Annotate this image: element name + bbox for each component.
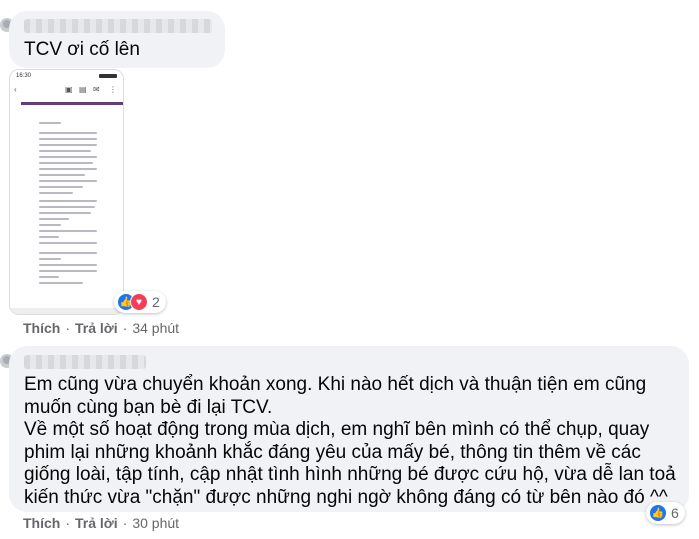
separator-dot: · <box>65 320 71 336</box>
separator-dot: · <box>122 515 128 531</box>
separator-dot: · <box>65 515 71 531</box>
email-text-line <box>39 264 97 266</box>
comment-line: kiến thức vừa "chặn" được những nghi ngờ… <box>24 486 668 508</box>
email-footer <box>10 308 123 314</box>
email-text-line <box>39 242 97 244</box>
reaction-summary[interactable]: 👍 ♥ 2 <box>114 291 166 313</box>
email-text-line <box>39 276 59 278</box>
reaction-count: 2 <box>152 294 160 310</box>
comment-actions: Thích · Trả lời · 30 phút <box>23 515 179 531</box>
email-text-line <box>39 252 97 254</box>
reply-button[interactable]: Trả lời <box>75 320 118 336</box>
comment-line: Em cũng vừa chuyển khoản xong. Khi nào h… <box>24 374 647 395</box>
comment-bubble: TCV ơi cố lên <box>9 11 225 68</box>
comment-line: Về một số hoạt động trong mùa dịch, em n… <box>24 419 650 440</box>
author-name-blurred[interactable] <box>24 355 146 369</box>
email-text-line <box>39 180 97 182</box>
email-text-line <box>39 224 61 226</box>
archive-icon: ▣ <box>65 85 73 94</box>
comment-bubble: Em cũng vừa chuyển khoản xong. Khi nào h… <box>9 346 689 512</box>
email-text-line <box>39 156 97 158</box>
email-text-line <box>39 186 83 188</box>
email-text-line <box>39 282 83 284</box>
email-text-line <box>39 230 97 232</box>
comment-line: muốn cùng bạn bè đi lại TCV. <box>24 396 273 418</box>
email-text-line <box>39 162 93 164</box>
email-text-line <box>39 174 85 176</box>
email-text-line <box>39 218 69 220</box>
phone-status-icons <box>99 74 117 78</box>
like-button[interactable]: Thích <box>23 515 60 531</box>
email-text-line <box>39 150 91 152</box>
email-text-line <box>39 270 97 272</box>
reaction-summary[interactable]: 👍 6 <box>646 502 685 524</box>
author-name-blurred[interactable] <box>24 19 212 33</box>
separator-dot: · <box>122 320 128 336</box>
email-text-line <box>39 192 73 194</box>
like-button[interactable]: Thích <box>23 320 60 336</box>
email-text-line <box>39 206 95 208</box>
attached-image[interactable]: 16:30 ‹ ▣ ▤ ✉ ⋮ <box>9 69 124 315</box>
back-icon: ‹ <box>14 85 17 94</box>
comment-text: TCV ơi cố lên <box>24 39 140 60</box>
love-icon: ♥ <box>130 293 148 311</box>
reply-button[interactable]: Trả lời <box>75 515 118 531</box>
email-text-line <box>39 236 59 238</box>
email-text-line <box>39 132 97 134</box>
email-text-line <box>39 200 97 202</box>
comment-actions: Thích · Trả lời · 34 phút <box>23 320 179 336</box>
like-icon: 👍 <box>649 504 667 522</box>
email-text-line <box>39 212 91 214</box>
comment-line: giống loài, tập tính, cập nhật tình hình… <box>24 464 676 485</box>
email-toolbar: ‹ ▣ ▤ ✉ ⋮ <box>10 83 123 97</box>
email-header-bar <box>21 102 123 105</box>
email-text-line <box>39 144 97 146</box>
delete-icon: ▤ <box>79 85 87 94</box>
email-text-line <box>39 258 61 260</box>
more-icon: ⋮ <box>109 85 117 94</box>
reaction-count: 6 <box>671 505 679 521</box>
email-text-line <box>39 168 97 170</box>
email-text-line <box>39 122 61 124</box>
comment-line: phim lại những khoảnh khắc đáng yêu của … <box>24 441 641 463</box>
comment-timestamp[interactable]: 30 phút <box>132 515 179 531</box>
comment-timestamp[interactable]: 34 phút <box>132 320 179 336</box>
mail-icon: ✉ <box>93 85 100 94</box>
email-text-line <box>39 138 97 140</box>
phone-status-time: 16:30 <box>16 73 32 79</box>
